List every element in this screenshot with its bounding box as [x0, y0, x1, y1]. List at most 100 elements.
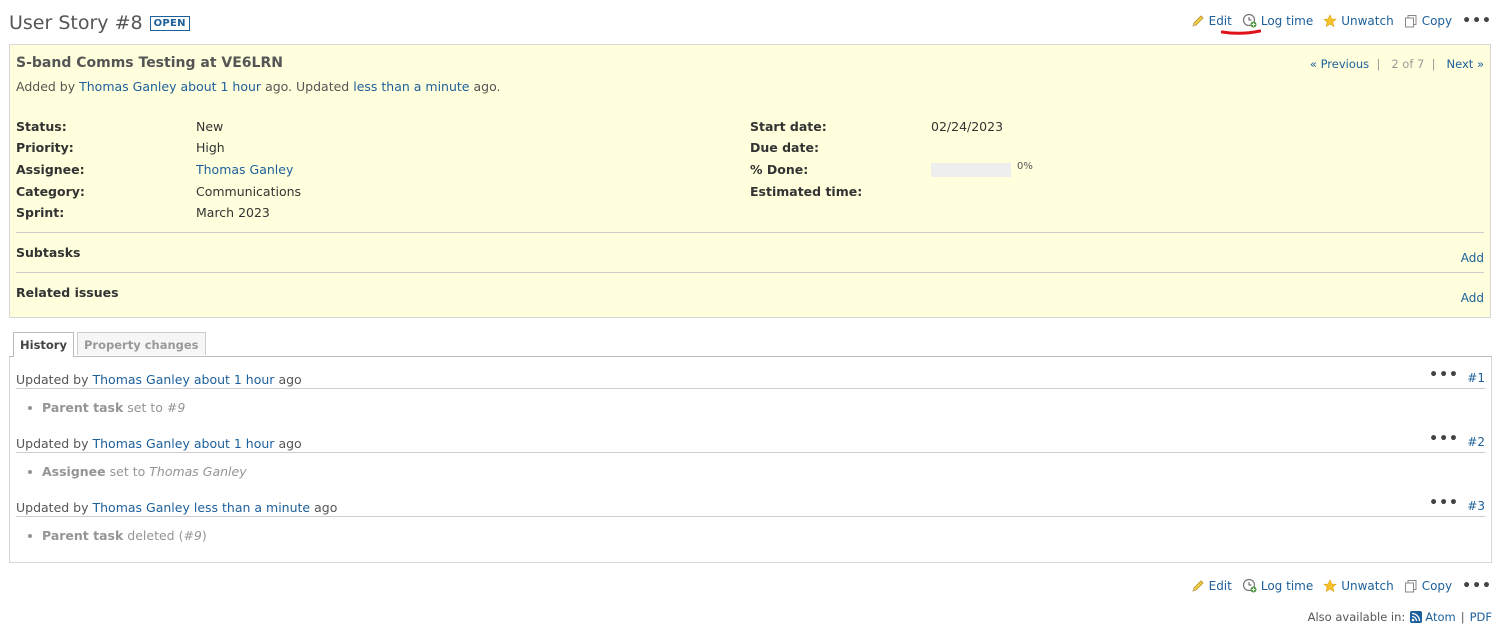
attr-label: Estimated time: [750, 184, 863, 199]
status-badge: OPEN [149, 15, 190, 31]
more-actions-button[interactable]: ••• [1462, 579, 1492, 593]
star-icon [1323, 13, 1337, 27]
log-time-label: Log time [1260, 13, 1314, 28]
detail-field: Parent task [42, 528, 124, 543]
issue-subject: S-band Comms Testing at VE6LRN [16, 55, 283, 71]
copy-icon [1404, 14, 1417, 27]
attr-value: Communications [196, 184, 302, 199]
journal-actions-button[interactable]: ••• [1429, 431, 1459, 447]
journal-user-link[interactable]: Thomas Ganley [93, 372, 190, 387]
issue-position: 2 of 7 [1391, 57, 1425, 71]
edit-button[interactable]: Edit [1191, 14, 1232, 28]
journal-time-link[interactable]: about 1 hour [194, 372, 275, 387]
detail-value: #9 [183, 528, 202, 543]
previous-link[interactable]: « Previous [1310, 57, 1369, 71]
ago-text: ago. [473, 79, 501, 94]
journal-number-link[interactable]: #2 [1467, 435, 1485, 449]
next-link[interactable]: Next » [1447, 57, 1484, 71]
journal-user-link[interactable]: Thomas Ganley [93, 500, 190, 515]
pdf-link[interactable]: PDF [1470, 610, 1492, 624]
unwatch-label: Unwatch [1341, 578, 1394, 593]
tab-history[interactable]: History [13, 332, 74, 357]
more-actions-button[interactable]: ••• [1462, 14, 1492, 28]
attr-label: Sprint: [16, 205, 65, 220]
unwatch-label: Unwatch [1341, 13, 1394, 28]
journal-actions-button[interactable]: ••• [1429, 495, 1459, 511]
divider [16, 232, 1484, 233]
attr-label: Category: [16, 184, 85, 199]
star-icon [1323, 578, 1337, 592]
attr-label: Due date: [750, 140, 819, 155]
journal-header: Updated by Thomas Ganley about 1 hour ag… [16, 367, 1485, 389]
attr-value: New [196, 119, 224, 134]
atom-link[interactable]: Atom [1425, 610, 1455, 624]
annotation-underline [1221, 29, 1261, 35]
done-percent: 0% [1017, 161, 1033, 172]
issue-navigation: « Previous | 2 of 7 | Next » [1309, 57, 1484, 71]
log-time-label: Log time [1260, 578, 1314, 593]
bullet [28, 534, 32, 538]
log-time-button[interactable]: Log time [1242, 13, 1313, 28]
updated-text: ago. Updated [265, 79, 350, 94]
bottom-actions: Edit Log time Unwatch Copy ••• [1181, 578, 1492, 593]
journal-number-link[interactable]: #3 [1467, 499, 1485, 513]
attr-label: Priority: [16, 140, 74, 155]
attr-label: Status: [16, 119, 67, 134]
journal-time-link[interactable]: about 1 hour [194, 436, 275, 451]
attr-label: Assignee: [16, 162, 85, 177]
copy-icon [1404, 579, 1417, 592]
detail-change: set to [127, 400, 163, 415]
top-actions: Edit Log time Unwatch Copy ••• [1181, 13, 1492, 28]
attr-label: Start date: [750, 119, 827, 134]
journal-actions-button[interactable]: ••• [1429, 367, 1459, 383]
also-available-label: Also available in: [1307, 610, 1406, 624]
author-link[interactable]: Thomas Ganley [79, 79, 176, 94]
copy-button[interactable]: Copy [1404, 579, 1452, 593]
history-panel: Updated by Thomas Ganley about 1 hour ag… [9, 357, 1492, 563]
journal-prefix: Updated by [16, 500, 89, 515]
journal-user-link[interactable]: Thomas Ganley [93, 436, 190, 451]
detail-change: set to [109, 464, 146, 479]
divider [16, 272, 1484, 273]
assignee-link[interactable]: Thomas Ganley [196, 162, 293, 177]
unwatch-button[interactable]: Unwatch [1323, 578, 1394, 593]
footer-separator: | [1460, 610, 1465, 624]
attr-value: 02/24/2023 [931, 119, 1004, 134]
journal-prefix: Updated by [16, 436, 89, 451]
copy-label: Copy [1421, 578, 1453, 593]
related-issues-title: Related issues [16, 285, 119, 300]
added-time-link[interactable]: about 1 hour [180, 79, 261, 94]
add-subtask-link[interactable]: Add [1461, 251, 1484, 265]
issue-title-row: User Story #8 OPEN [9, 10, 190, 36]
journal-suffix: ago [278, 372, 302, 387]
copy-button[interactable]: Copy [1404, 14, 1452, 28]
updated-time-link[interactable]: less than a minute [353, 79, 469, 94]
detail-change: deleted ( [127, 528, 184, 543]
page-title: User Story #8 [9, 12, 143, 34]
bullet [28, 470, 32, 474]
edit-label: Edit [1208, 13, 1232, 28]
detail-value: #9 [166, 400, 186, 415]
clock-add-icon [1242, 578, 1257, 593]
edit-label: Edit [1208, 578, 1232, 593]
log-time-button[interactable]: Log time [1242, 578, 1313, 593]
copy-label: Copy [1421, 13, 1453, 28]
unwatch-button[interactable]: Unwatch [1323, 13, 1394, 28]
journal-detail: Assignee set to Thomas Ganley [28, 464, 247, 479]
journal-prefix: Updated by [16, 372, 89, 387]
journal-detail: Parent task set to #9 [28, 400, 186, 415]
journal-suffix: ago [314, 500, 338, 515]
journal-number-link[interactable]: #1 [1467, 371, 1485, 385]
attr-value: March 2023 [196, 205, 270, 220]
journal-header: Updated by Thomas Ganley about 1 hour ag… [16, 431, 1485, 453]
add-related-issue-link[interactable]: Add [1461, 291, 1484, 305]
detail-value: Thomas Ganley [149, 464, 247, 479]
bullet [28, 406, 32, 410]
added-by-prefix: Added by [16, 79, 76, 94]
edit-button[interactable]: Edit [1191, 579, 1232, 593]
subtasks-title: Subtasks [16, 245, 81, 260]
journal-time-link[interactable]: less than a minute [194, 500, 310, 515]
detail-field: Assignee [42, 464, 106, 479]
journal-suffix: ago [278, 436, 302, 451]
tab-property-changes[interactable]: Property changes [77, 332, 206, 355]
